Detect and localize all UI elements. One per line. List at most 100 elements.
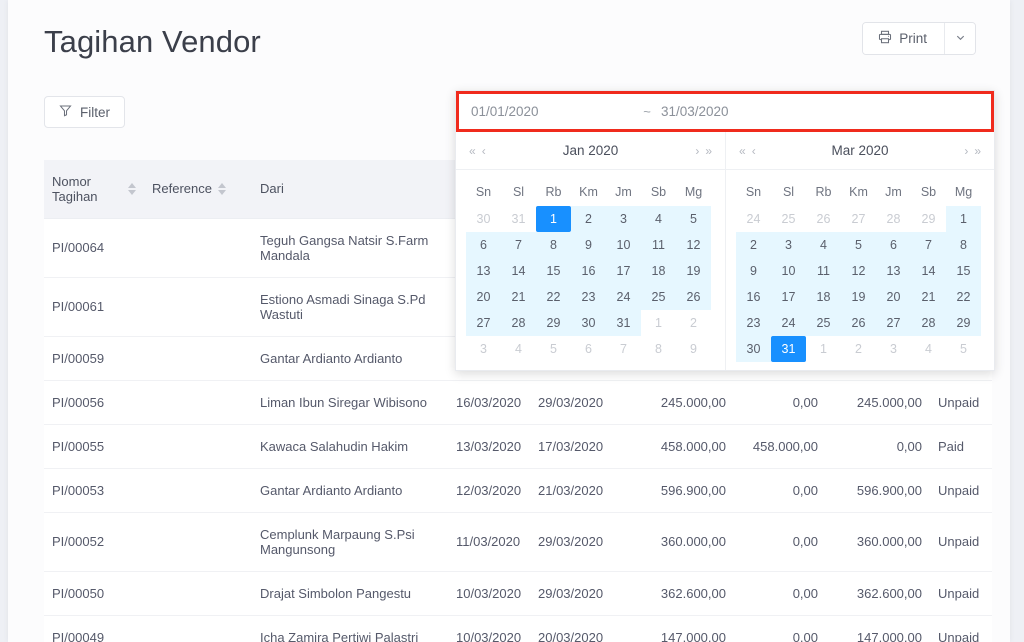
calendar-day[interactable]: 3 [606, 206, 641, 232]
calendar-day[interactable]: 4 [501, 336, 536, 362]
table-row[interactable]: PI/00050 Drajat Simbolon Pangestu 10/03/20… [44, 571, 992, 616]
next-year-button[interactable]: » [702, 144, 715, 158]
table-row[interactable]: PI/00049 Icha Zamira Pertiwi Palastri 10/0… [44, 615, 992, 642]
calendar-day[interactable]: 3 [876, 336, 911, 362]
filter-button[interactable]: Filter [44, 96, 125, 128]
calendar-day[interactable]: 16 [571, 258, 606, 284]
calendar-day[interactable]: 6 [466, 232, 501, 258]
calendar-day[interactable]: 11 [641, 232, 676, 258]
calendar-day[interactable]: 23 [736, 310, 771, 336]
calendar-day[interactable]: 27 [876, 310, 911, 336]
calendar-day[interactable]: 22 [946, 284, 981, 310]
calendar-day[interactable]: 9 [571, 232, 606, 258]
calendar-month-label[interactable]: Jan 2020 [508, 143, 673, 158]
calendar-day[interactable]: 21 [911, 284, 946, 310]
sort-icon[interactable] [217, 182, 226, 195]
calendar-day[interactable]: 25 [771, 206, 806, 232]
calendar-day[interactable]: 7 [501, 232, 536, 258]
calendar-day[interactable]: 26 [676, 284, 711, 310]
calendar-day[interactable]: 26 [841, 310, 876, 336]
calendar-day[interactable]: 20 [876, 284, 911, 310]
calendar-day-selected[interactable]: 1 [536, 206, 571, 232]
print-button-group[interactable]: Print [862, 22, 976, 55]
calendar-day[interactable]: 14 [501, 258, 536, 284]
calendar-day[interactable]: 20 [466, 284, 501, 310]
calendar-day[interactable]: 10 [606, 232, 641, 258]
calendar-day[interactable]: 9 [736, 258, 771, 284]
calendar-day[interactable]: 12 [841, 258, 876, 284]
prev-year-button[interactable]: « [466, 144, 479, 158]
calendar-day[interactable]: 28 [501, 310, 536, 336]
calendar-day[interactable]: 14 [911, 258, 946, 284]
end-date-input[interactable] [661, 104, 831, 119]
calendar-day[interactable]: 19 [841, 284, 876, 310]
calendar-day[interactable]: 26 [806, 206, 841, 232]
calendar-day[interactable]: 4 [911, 336, 946, 362]
print-button[interactable]: Print [863, 23, 944, 54]
calendar-day[interactable]: 30 [571, 310, 606, 336]
calendar-day[interactable]: 12 [676, 232, 711, 258]
calendar-day[interactable]: 24 [771, 310, 806, 336]
prev-year-button[interactable]: « [736, 144, 749, 158]
calendar-day[interactable]: 24 [606, 284, 641, 310]
calendar-day[interactable]: 25 [641, 284, 676, 310]
calendar-day[interactable]: 1 [806, 336, 841, 362]
calendar-day[interactable]: 31 [501, 206, 536, 232]
calendar-day-selected[interactable]: 31 [771, 336, 806, 362]
calendar-day[interactable]: 7 [911, 232, 946, 258]
date-range-picker[interactable]: ~ «‹Jan 2020›»SnSlRbKmJmSbMg303112345678… [455, 90, 995, 371]
calendar-day[interactable]: 19 [676, 258, 711, 284]
column-header-dari[interactable]: Dari [252, 160, 448, 219]
calendar-day[interactable]: 10 [771, 258, 806, 284]
calendar-day[interactable]: 5 [536, 336, 571, 362]
calendar-day[interactable]: 9 [676, 336, 711, 362]
calendar-day[interactable]: 8 [946, 232, 981, 258]
table-row[interactable]: PI/00052 Cemplunk Marpaung S.Psi Mangunso… [44, 512, 992, 572]
calendar-day[interactable]: 6 [571, 336, 606, 362]
calendar-day[interactable]: 2 [676, 310, 711, 336]
calendar-day[interactable]: 17 [606, 258, 641, 284]
calendar-day[interactable]: 18 [806, 284, 841, 310]
next-month-button[interactable]: › [961, 144, 971, 158]
calendar-day[interactable]: 6 [876, 232, 911, 258]
calendar-day[interactable]: 8 [641, 336, 676, 362]
calendar-day[interactable]: 5 [946, 336, 981, 362]
calendar-day[interactable]: 15 [536, 258, 571, 284]
calendar-day[interactable]: 7 [606, 336, 641, 362]
next-month-button[interactable]: › [692, 144, 702, 158]
calendar-day[interactable]: 2 [736, 232, 771, 258]
calendar-day[interactable]: 27 [466, 310, 501, 336]
calendar-day[interactable]: 8 [536, 232, 571, 258]
calendar-day[interactable]: 25 [806, 310, 841, 336]
calendar-day[interactable]: 28 [911, 310, 946, 336]
date-range-input-row[interactable]: ~ [456, 91, 994, 132]
calendar-day[interactable]: 29 [911, 206, 946, 232]
calendar-day[interactable]: 18 [641, 258, 676, 284]
table-row[interactable]: PI/00056 Liman Ibun Siregar Wibisono 16/03… [44, 380, 992, 425]
column-header-reference[interactable]: Reference [144, 160, 252, 219]
calendar-day[interactable]: 5 [841, 232, 876, 258]
calendar-day[interactable]: 17 [771, 284, 806, 310]
prev-month-button[interactable]: ‹ [479, 144, 489, 158]
calendar-day[interactable]: 3 [466, 336, 501, 362]
next-year-button[interactable]: » [971, 144, 984, 158]
calendar-day[interactable]: 29 [946, 310, 981, 336]
calendar-day[interactable]: 29 [536, 310, 571, 336]
calendar-day[interactable]: 31 [606, 310, 641, 336]
calendar-day[interactable]: 28 [876, 206, 911, 232]
calendar-day[interactable]: 4 [641, 206, 676, 232]
calendar-day[interactable]: 30 [466, 206, 501, 232]
prev-month-button[interactable]: ‹ [749, 144, 759, 158]
calendar-day[interactable]: 1 [641, 310, 676, 336]
start-date-input[interactable] [471, 104, 633, 119]
calendar-month-label[interactable]: Mar 2020 [778, 143, 942, 158]
calendar-day[interactable]: 13 [466, 258, 501, 284]
calendar-day[interactable]: 2 [571, 206, 606, 232]
calendar-day[interactable]: 2 [841, 336, 876, 362]
calendar-day[interactable]: 16 [736, 284, 771, 310]
print-dropdown-toggle[interactable] [944, 23, 975, 54]
table-row[interactable]: PI/00055 Kawaca Salahudin Hakim 13/03/2020… [44, 424, 992, 469]
calendar-day[interactable]: 27 [841, 206, 876, 232]
calendar-day[interactable]: 4 [806, 232, 841, 258]
calendar-day[interactable]: 13 [876, 258, 911, 284]
